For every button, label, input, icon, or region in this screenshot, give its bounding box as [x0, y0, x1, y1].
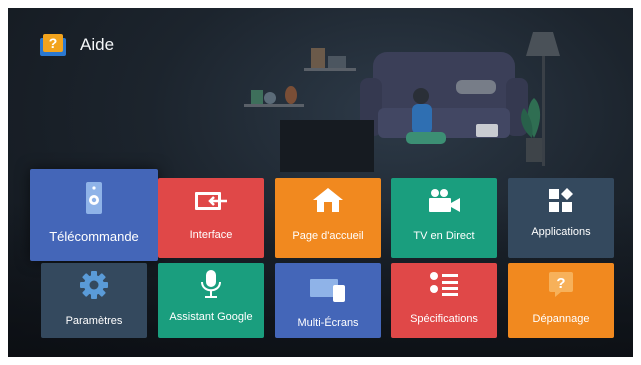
- tile-label: Spécifications: [410, 313, 478, 325]
- apps-icon: [549, 188, 573, 212]
- remote-icon: [86, 182, 102, 214]
- tile-applications[interactable]: Applications: [508, 178, 614, 258]
- gear-icon: [80, 271, 108, 299]
- svg-text:?: ?: [556, 275, 565, 292]
- tile-label: TV en Direct: [413, 230, 475, 242]
- help-screen: ? Aide Télécommande Interface Page d'acc…: [8, 8, 633, 357]
- page-title: Aide: [80, 35, 115, 54]
- tile-google-assistant[interactable]: Assistant Google: [158, 263, 264, 338]
- camera-icon: [429, 189, 460, 212]
- input-source-icon: [195, 192, 227, 210]
- svg-text:?: ?: [49, 35, 58, 51]
- tile-label: Télécommande: [49, 229, 139, 244]
- tile-interface[interactable]: Interface: [158, 178, 264, 258]
- tile-label: Paramètres: [65, 315, 123, 327]
- tile-multi-screens[interactable]: Multi-Écrans: [275, 263, 381, 338]
- multi-screen-icon: [310, 279, 345, 302]
- home-icon: [313, 188, 343, 212]
- tile-label: Multi-Écrans: [297, 317, 359, 329]
- tile-settings[interactable]: Paramètres: [41, 263, 147, 338]
- help-book-icon: ?: [38, 30, 68, 60]
- tile-label: Assistant Google: [169, 311, 253, 323]
- tile-remote[interactable]: Télécommande: [30, 169, 158, 261]
- tile-label: Interface: [189, 229, 233, 241]
- tile-label: Page d'accueil: [292, 230, 364, 242]
- header: ? Aide: [38, 30, 114, 60]
- tile-specifications[interactable]: Spécifications: [391, 263, 497, 338]
- tile-home-page[interactable]: Page d'accueil: [275, 178, 381, 258]
- tile-live-tv[interactable]: TV en Direct: [391, 178, 497, 258]
- microphone-icon: [201, 270, 221, 298]
- tile-troubleshooting[interactable]: ? Dépannage: [508, 263, 614, 338]
- list-icon: [430, 272, 458, 296]
- tile-label: Dépannage: [532, 313, 590, 325]
- tile-label: Applications: [531, 226, 591, 238]
- help-icon: ?: [549, 272, 573, 297]
